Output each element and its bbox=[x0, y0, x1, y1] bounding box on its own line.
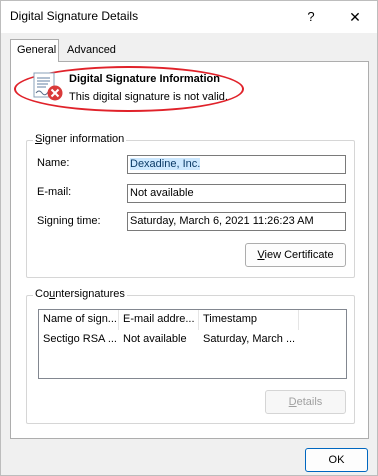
view-certificate-button[interactable]: View Certificate bbox=[245, 243, 346, 267]
email-label: E-mail: bbox=[37, 186, 72, 198]
email-field[interactable]: Not available bbox=[127, 184, 346, 203]
signature-info-heading: Digital Signature Information bbox=[69, 73, 220, 85]
tab-advanced-label: Advanced bbox=[67, 44, 116, 56]
signer-group-label: Signer information bbox=[33, 133, 127, 145]
help-icon[interactable]: ? bbox=[301, 7, 321, 27]
signing-time-label: Signing time: bbox=[37, 215, 101, 227]
digital-signature-details-dialog: Digital Signature Details ? ✕ General Ad… bbox=[0, 0, 378, 476]
countersignatures-group: Countersignatures Name of sign... E-mail… bbox=[26, 288, 355, 424]
cell-email: Not available bbox=[123, 333, 187, 345]
name-label: Name: bbox=[37, 157, 70, 169]
tab-general[interactable]: General bbox=[10, 39, 59, 62]
signing-time-value: Saturday, March 6, 2021 11:26:23 AM bbox=[130, 215, 314, 227]
list-item[interactable]: Sectigo RSA ... Not available Saturday, … bbox=[39, 330, 346, 348]
tab-general-label: General bbox=[17, 44, 57, 56]
general-tab-panel: Digital Signature Information This digit… bbox=[10, 61, 369, 439]
invalid-certificate-icon bbox=[33, 72, 63, 101]
ok-button[interactable]: OK bbox=[305, 448, 368, 472]
name-field[interactable]: Dexadine, Inc. bbox=[127, 155, 346, 174]
tab-advanced[interactable]: Advanced bbox=[61, 42, 117, 62]
column-header-timestamp[interactable]: Timestamp bbox=[199, 310, 299, 330]
email-value: Not available bbox=[130, 187, 194, 199]
countersignatures-group-label: Countersignatures bbox=[33, 288, 127, 300]
signing-time-field[interactable]: Saturday, March 6, 2021 11:26:23 AM bbox=[127, 212, 346, 231]
window-title: Digital Signature Details bbox=[10, 9, 139, 23]
signature-status-text: This digital signature is not valid. bbox=[69, 91, 228, 103]
column-header-email[interactable]: E-mail addre... bbox=[119, 310, 199, 330]
name-value: Dexadine, Inc. bbox=[130, 158, 201, 170]
cell-timestamp: Saturday, March ... bbox=[203, 333, 296, 345]
column-header-name[interactable]: Name of sign... bbox=[39, 310, 119, 330]
list-header: Name of sign... E-mail addre... Timestam… bbox=[39, 310, 346, 330]
signer-information-group: Signer information Name: Dexadine, Inc. … bbox=[26, 133, 355, 278]
close-icon[interactable]: ✕ bbox=[345, 7, 365, 27]
title-bar: Digital Signature Details ? ✕ bbox=[1, 1, 377, 33]
cell-name: Sectigo RSA ... bbox=[43, 333, 117, 345]
countersignatures-list[interactable]: Name of sign... E-mail addre... Timestam… bbox=[38, 309, 347, 379]
details-button[interactable]: Details bbox=[265, 390, 346, 414]
